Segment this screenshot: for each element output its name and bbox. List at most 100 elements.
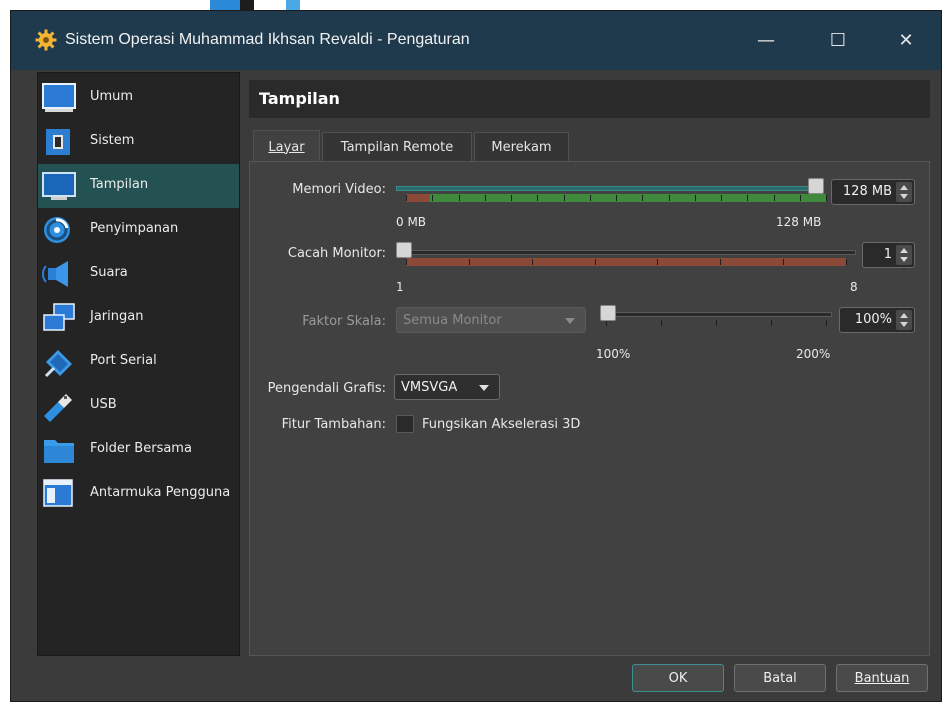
ok-button[interactable]: OK	[632, 664, 724, 692]
slider-tick	[694, 195, 696, 201]
graphics-controller-value: VMSVGA	[401, 380, 458, 395]
sidebar-item-label: Folder Bersama	[90, 441, 192, 456]
settings-sidebar: Umum Sistem Tampilan Penyimpanan Suara J…	[37, 72, 240, 656]
tab-label: Merekam	[491, 140, 552, 155]
slider-tick	[783, 259, 785, 265]
sidebar-item-label: Penyimpanan	[90, 221, 179, 236]
sidebar-item-suara[interactable]: Suara	[38, 252, 239, 296]
chip-icon	[46, 129, 70, 155]
video-memory-slider[interactable]	[396, 186, 824, 191]
video-memory-spinbox[interactable]: 128 MB	[831, 179, 915, 205]
slider-tick	[720, 259, 722, 265]
video-memory-label: Memori Video:	[292, 182, 386, 197]
spin-arrows-icon[interactable]	[896, 245, 912, 265]
network-icon	[43, 303, 75, 331]
tab-tampilan-remote[interactable]: Tampilan Remote	[322, 132, 472, 162]
tab-layar[interactable]: Layar	[253, 130, 320, 163]
slider-tick	[406, 195, 407, 201]
video-memory-ok-range	[430, 194, 826, 202]
slider-tick	[826, 320, 827, 326]
video-memory-slider-handle[interactable]	[808, 178, 824, 194]
page-title: Tampilan	[259, 89, 340, 108]
sidebar-item-sistem[interactable]: Sistem	[38, 120, 239, 164]
slider-tick	[716, 320, 717, 326]
maximize-icon: ☐	[829, 29, 847, 51]
display-icon	[42, 172, 76, 200]
monitor-count-spinbox[interactable]: 1	[862, 242, 915, 268]
video-memory-min: 0 MB	[396, 215, 427, 229]
section-header: Tampilan	[249, 80, 930, 118]
scale-monitor-combobox[interactable]: Semua Monitor	[396, 307, 586, 333]
slider-tick	[721, 195, 722, 201]
scale-factor-slider[interactable]	[600, 312, 832, 317]
chevron-down-icon	[479, 385, 489, 391]
slider-tick	[846, 259, 847, 265]
slider-tick	[531, 259, 533, 265]
sidebar-item-label: USB	[90, 397, 117, 412]
sidebar-item-umum[interactable]: Umum	[38, 76, 239, 120]
sidebar-item-label: Jaringan	[90, 309, 144, 324]
sidebar-item-port-serial[interactable]: Port Serial	[38, 340, 239, 384]
monitor-count-value: 1	[883, 247, 892, 262]
enable-3d-acceleration-label[interactable]: Fungsikan Akselerasi 3D	[422, 417, 580, 432]
tab-merekam[interactable]: Merekam	[474, 132, 569, 162]
settings-content: Tampilan Layar Tampilan Remote Merekam M…	[249, 72, 930, 656]
slider-tick	[747, 195, 749, 201]
sidebar-item-folder-bersama[interactable]: Folder Bersama	[38, 428, 239, 472]
window-title: Sistem Operasi Muhammad Ikhsan Revaldi -…	[65, 31, 470, 48]
monitor-count-slider-handle[interactable]	[396, 242, 412, 258]
slider-tick	[432, 195, 434, 201]
monitor-count-range	[406, 258, 846, 266]
scale-factor-max: 200%	[796, 347, 831, 361]
slider-tick	[668, 195, 670, 201]
sidebar-item-jaringan[interactable]: Jaringan	[38, 296, 239, 340]
slider-tick	[468, 259, 470, 265]
slider-tick	[826, 195, 827, 201]
cancel-button-label: Batal	[763, 670, 797, 686]
sidebar-item-label: Suara	[90, 265, 128, 280]
chevron-down-icon	[565, 318, 575, 324]
usb-icon	[44, 394, 72, 422]
cancel-button[interactable]: Batal	[734, 664, 826, 692]
maximize-button[interactable]: ☐	[815, 23, 861, 57]
slider-tick	[563, 195, 565, 201]
gear-icon	[35, 29, 57, 51]
monitor-general-icon	[42, 83, 76, 112]
folder-icon	[44, 440, 74, 463]
sidebar-item-penyimpanan[interactable]: Penyimpanan	[38, 208, 239, 252]
sidebar-item-usb[interactable]: USB	[38, 384, 239, 428]
monitor-count-max: 8	[850, 280, 858, 294]
slider-tick	[484, 195, 486, 201]
tab-label: Tampilan Remote	[340, 140, 454, 155]
sidebar-item-antarmuka-pengguna[interactable]: Antarmuka Pengguna	[38, 472, 239, 516]
spin-arrows-icon[interactable]	[896, 310, 912, 330]
sidebar-item-tampilan[interactable]: Tampilan	[38, 164, 239, 208]
spin-arrows-icon[interactable]	[896, 182, 912, 202]
slider-tick	[458, 195, 460, 201]
minimize-button[interactable]: —	[743, 23, 789, 57]
tab-bar: Layar Tampilan Remote Merekam	[249, 130, 930, 163]
sidebar-item-label: Sistem	[90, 133, 135, 148]
user-interface-icon	[43, 479, 73, 507]
slider-tick	[642, 195, 644, 201]
scale-factor-label: Faktor Skala:	[302, 314, 386, 329]
enable-3d-acceleration-checkbox[interactable]	[396, 415, 414, 433]
slider-tick	[661, 320, 662, 326]
slider-tick	[589, 195, 591, 201]
scale-monitor-value: Semua Monitor	[403, 313, 502, 328]
scale-factor-value: 100%	[854, 312, 892, 327]
slider-tick	[799, 195, 801, 201]
monitor-count-slider[interactable]	[396, 250, 856, 255]
slider-tick	[616, 195, 617, 201]
monitor-count-min: 1	[396, 280, 404, 294]
background-app-strip	[0, 0, 949, 10]
speaker-icon	[42, 261, 68, 287]
scale-factor-slider-handle[interactable]	[600, 305, 616, 321]
scale-factor-spinbox[interactable]: 100%	[839, 307, 915, 333]
close-button[interactable]: ✕	[883, 23, 929, 57]
video-memory-value: 128 MB	[842, 184, 892, 199]
help-button[interactable]: Bantuan	[836, 664, 928, 692]
graphics-controller-label: Pengendali Grafis:	[267, 381, 386, 396]
graphics-controller-combobox[interactable]: VMSVGA	[394, 374, 500, 400]
dialog-buttons: OK Batal Bantuan	[11, 661, 941, 701]
